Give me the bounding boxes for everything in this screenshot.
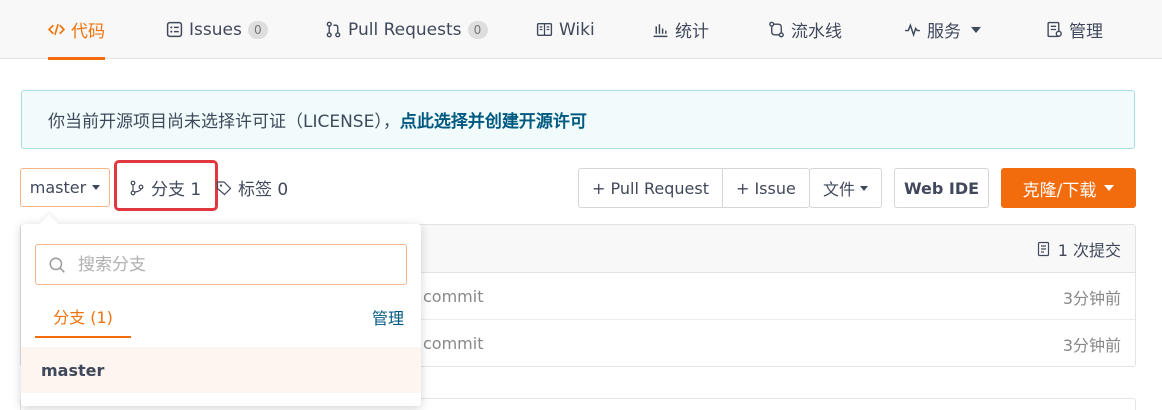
tab-label: Issues	[189, 19, 242, 40]
tab-pipeline[interactable]: 流水线	[768, 0, 842, 59]
book-icon	[536, 22, 553, 37]
tab-stats[interactable]: 统计	[652, 0, 709, 59]
count-badge: 0	[247, 20, 268, 39]
file-menu-button[interactable]: 文件	[809, 168, 882, 208]
commits-count-label: 1 次提交	[1057, 241, 1121, 260]
commit-doc-icon	[1037, 241, 1049, 257]
repo-nav: 代码 Issues 0 Pull Requests 0 Wiki 统计 流水线 …	[0, 0, 1162, 60]
tags-link[interactable]: 标签 0	[216, 168, 288, 207]
tab-branches[interactable]: 分支 (1)	[35, 296, 131, 338]
tag-icon	[216, 180, 232, 195]
tab-label: Pull Requests	[348, 19, 462, 40]
tab-wiki[interactable]: Wiki	[536, 0, 595, 59]
tab-label: 代码	[71, 22, 105, 42]
commit-message: commit	[423, 334, 484, 353]
create-license-link[interactable]: 点此选择并创建开源许可	[400, 107, 587, 132]
chevron-down-icon	[971, 26, 981, 33]
commit-time: 3分钟前	[1062, 288, 1121, 308]
branch-select-label: master	[29, 178, 87, 197]
highlight-box	[114, 160, 218, 211]
chevron-down-icon	[860, 185, 868, 191]
pipeline-icon	[769, 21, 784, 38]
clone-download-button[interactable]: 克隆/下载	[1001, 168, 1136, 208]
branch-search-input[interactable]	[78, 254, 378, 275]
tags-count-label: 标签 0	[238, 180, 289, 200]
commits-link[interactable]: 1 次提交	[1036, 225, 1121, 273]
commit-message: commit	[423, 287, 484, 306]
tab-label: 流水线	[791, 22, 842, 42]
branch-item[interactable]: master	[21, 347, 421, 393]
manage-branches-link[interactable]: 管理	[372, 296, 404, 338]
code-icon	[48, 23, 65, 36]
new-pull-request-button[interactable]: + Pull Request	[579, 169, 722, 207]
tab-label: Wiki	[559, 19, 595, 40]
notice-text: 你当前开源项目尚未选择许可证（LICENSE），	[48, 112, 400, 132]
tab-manage[interactable]: 管理	[1046, 0, 1103, 59]
file-menu-label: 文件	[822, 180, 855, 199]
count-badge: 0	[467, 20, 488, 39]
create-button-group: + Pull Request + Issue	[578, 168, 810, 208]
chevron-down-icon	[1104, 185, 1115, 191]
issues-icon	[166, 21, 183, 38]
branch-dropdown: 分支 (1) 管理 master	[21, 224, 421, 406]
tab-label: 管理	[1069, 22, 1103, 42]
tab-code[interactable]: 代码	[48, 0, 105, 60]
commit-time: 3分钟前	[1062, 335, 1121, 355]
tab-label: 服务	[927, 22, 961, 42]
search-icon	[49, 257, 65, 273]
branch-select[interactable]: master	[20, 168, 110, 207]
clone-label: 克隆/下载	[1022, 180, 1097, 201]
pull-request-icon	[326, 21, 341, 38]
branch-search-box	[35, 244, 407, 285]
bar-chart-icon	[653, 24, 668, 38]
tab-services[interactable]: 服务	[904, 0, 981, 59]
new-issue-button[interactable]: + Issue	[721, 169, 809, 207]
pulse-icon	[905, 23, 920, 38]
tab-pull-requests[interactable]: Pull Requests 0	[325, 0, 488, 59]
settings-doc-icon	[1047, 21, 1062, 38]
web-ide-button[interactable]: Web IDE	[894, 168, 989, 208]
tab-label: 统计	[675, 22, 709, 42]
tab-issues[interactable]: Issues 0	[166, 0, 268, 59]
chevron-down-icon	[92, 185, 101, 190]
license-notice: 你当前开源项目尚未选择许可证（LICENSE）， 点此选择并创建开源许可	[21, 90, 1135, 149]
